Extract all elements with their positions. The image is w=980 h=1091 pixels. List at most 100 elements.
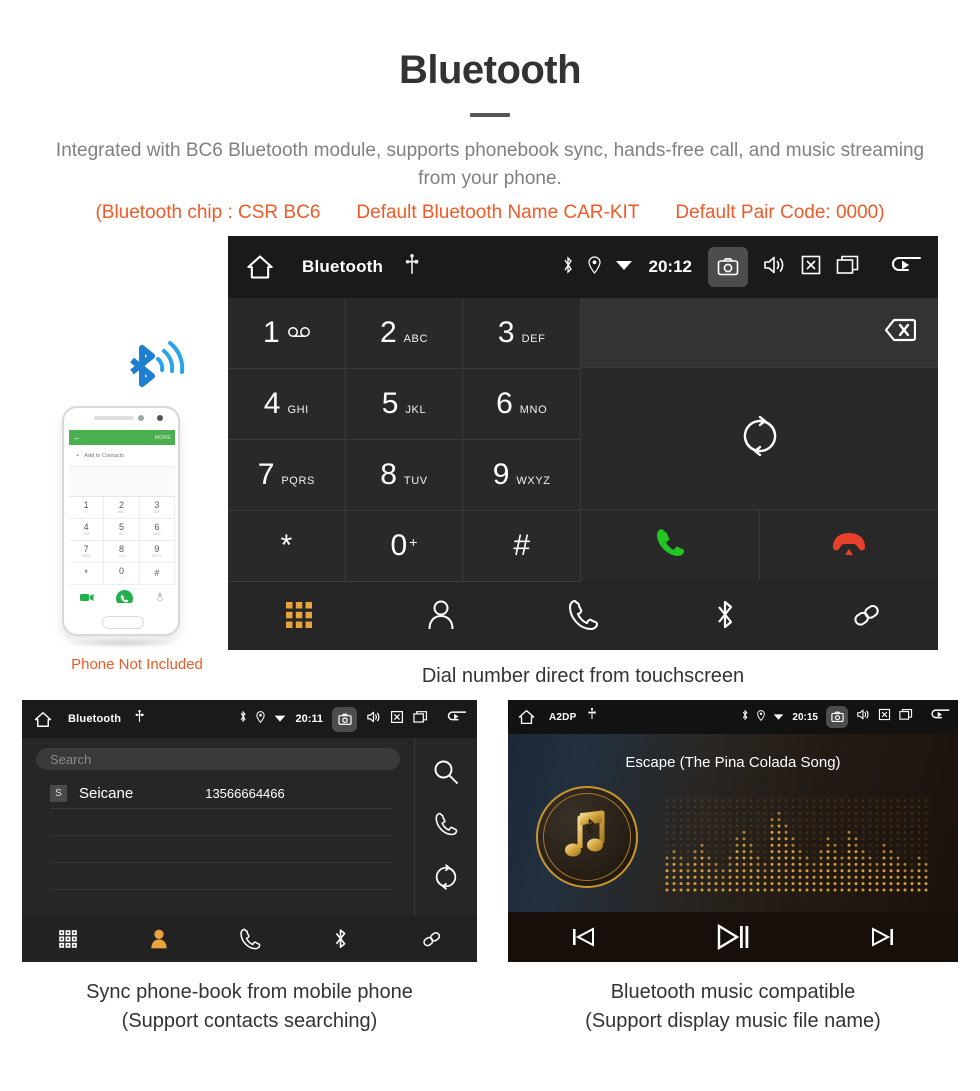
- tab-bluetooth[interactable]: [654, 598, 796, 632]
- tab-call-log[interactable]: [512, 599, 654, 631]
- dialer-clock: 20:12: [648, 257, 692, 276]
- key-letters: ABC: [403, 333, 429, 345]
- phone-sensor: [138, 415, 144, 421]
- phone-icon[interactable]: [434, 812, 458, 841]
- call-accept-icon: [653, 526, 687, 565]
- phone-app-header: ← MORE: [69, 430, 175, 445]
- music-screen: A2DP 20:15 Escape (The Pina Colada Song): [508, 700, 958, 962]
- volume-icon[interactable]: [366, 710, 381, 729]
- volume-icon[interactable]: [762, 254, 786, 281]
- key-digit: 3: [497, 316, 515, 349]
- bluetooth-wave-icon: [124, 338, 202, 407]
- location-icon: [757, 708, 766, 726]
- phone-key: 0 +: [104, 563, 140, 585]
- mute-icon[interactable]: [390, 710, 404, 729]
- home-icon[interactable]: [518, 709, 535, 725]
- home-icon[interactable]: [246, 254, 274, 280]
- music-controls: [508, 912, 958, 962]
- tab-keypad[interactable]: [22, 929, 113, 949]
- track-title: Escape (The Pina Colada Song): [625, 754, 841, 771]
- bluetooth-icon: [239, 710, 247, 728]
- tab-contacts[interactable]: [370, 599, 512, 631]
- dialer-right-pane: [581, 298, 938, 580]
- key-digit: 5: [381, 387, 399, 420]
- phone-key: 6 MNO: [139, 519, 175, 541]
- keypad-area: 1 2 ABC 3 DEF 4 GHI 5 JKL 6 MNO 7 PQRS 8…: [228, 298, 938, 582]
- tab-contacts[interactable]: [113, 928, 204, 950]
- tab-link[interactable]: [386, 928, 477, 950]
- key-6[interactable]: 6 MNO: [463, 369, 581, 440]
- dialer-status-icons: 20:12: [562, 247, 922, 287]
- camera-icon[interactable]: [332, 706, 357, 732]
- link-icon: [422, 932, 440, 947]
- tab-bluetooth[interactable]: [295, 927, 386, 951]
- backspace-icon[interactable]: [870, 315, 917, 350]
- contact-name: Seicane: [79, 784, 134, 802]
- key-5[interactable]: 5 JKL: [345, 369, 464, 440]
- search-icon[interactable]: [433, 759, 459, 790]
- spec-bt-name: Default Bluetooth Name CAR-KIT: [356, 202, 640, 224]
- key-1[interactable]: 1: [228, 298, 346, 369]
- back-icon[interactable]: [929, 707, 950, 727]
- tab-link[interactable]: [796, 599, 938, 631]
- music-caption-line1: Bluetooth music compatible: [610, 981, 856, 1003]
- phonebook-tabbar: [22, 916, 477, 962]
- phonebook-title: Bluetooth: [68, 713, 122, 725]
- phone-disclaimer: Phone Not Included: [71, 656, 203, 673]
- search-input[interactable]: Search: [36, 748, 400, 770]
- camera-icon[interactable]: [708, 247, 748, 287]
- video-call-icon: [80, 589, 94, 603]
- phone-keypad: 1 ∞ 2 ABC 3 DEF 4 GHI 5 JKL 6 MNO 7 PQRS 8 TUV 9…: [69, 497, 175, 585]
- phone-key: 8 TUV: [104, 541, 140, 563]
- spec-list: (Bluetooth chip : CSR BC6 Default Blueto…: [0, 202, 980, 224]
- back-icon[interactable]: [445, 709, 467, 729]
- keypad-icon: [58, 930, 77, 948]
- phone-keyboard-icon: [156, 589, 164, 603]
- phone-add-label: Add to Contacts: [84, 452, 125, 459]
- key-8[interactable]: 8 TUV: [345, 440, 464, 511]
- key-7[interactable]: 7 PQRS: [228, 440, 346, 511]
- volume-icon[interactable]: [856, 708, 870, 726]
- call-end-button[interactable]: [760, 510, 938, 580]
- phonebook-screen: Bluetooth 20:11 Search S Seicane 1356666…: [22, 700, 477, 962]
- key-letters: TUV: [403, 475, 428, 487]
- key-3[interactable]: 3 DEF: [463, 298, 581, 369]
- home-icon[interactable]: [34, 711, 52, 728]
- sync-icon[interactable]: [433, 864, 459, 895]
- key-9[interactable]: 9 WXYZ: [463, 440, 581, 511]
- plus-icon: +: [76, 452, 80, 459]
- phone-key: 7 PQRS: [69, 541, 105, 563]
- contact-icon: [150, 929, 167, 949]
- key-4[interactable]: 4 GHI: [228, 369, 346, 440]
- contact-row-empty: [50, 809, 392, 836]
- mute-icon[interactable]: [878, 708, 891, 726]
- number-input[interactable]: [581, 298, 938, 368]
- contact-row[interactable]: S Seicane 13566664466: [50, 778, 392, 809]
- sync-button[interactable]: [581, 368, 938, 510]
- key-star[interactable]: *: [228, 511, 346, 582]
- recents-icon[interactable]: [413, 710, 428, 729]
- recents-icon[interactable]: [899, 708, 913, 726]
- contact-list-area: Search S Seicane 13566664466: [22, 738, 415, 916]
- key-2[interactable]: 2 ABC: [345, 298, 464, 369]
- mute-icon[interactable]: [800, 254, 822, 281]
- key-digit: *: [280, 529, 293, 562]
- play-pause-button[interactable]: [658, 922, 808, 952]
- back-icon[interactable]: [888, 253, 922, 282]
- music-status-icons: 20:15: [741, 706, 950, 728]
- tab-keypad[interactable]: [228, 600, 370, 630]
- recents-icon[interactable]: [836, 254, 860, 281]
- call-accept-button[interactable]: [581, 510, 760, 580]
- next-button[interactable]: [808, 925, 958, 949]
- bluetooth-icon: [562, 255, 574, 280]
- phone-more-label: MORE: [154, 434, 171, 441]
- tab-call-log[interactable]: [204, 928, 295, 950]
- key-0[interactable]: 0 +: [345, 511, 464, 582]
- key-hash[interactable]: #: [463, 511, 581, 582]
- previous-button[interactable]: [508, 925, 658, 949]
- phone-home-button: [102, 616, 144, 629]
- camera-icon[interactable]: [826, 706, 848, 728]
- key-digit: 7: [257, 458, 275, 491]
- link-icon: [854, 604, 879, 626]
- phone-action-row: [69, 585, 175, 603]
